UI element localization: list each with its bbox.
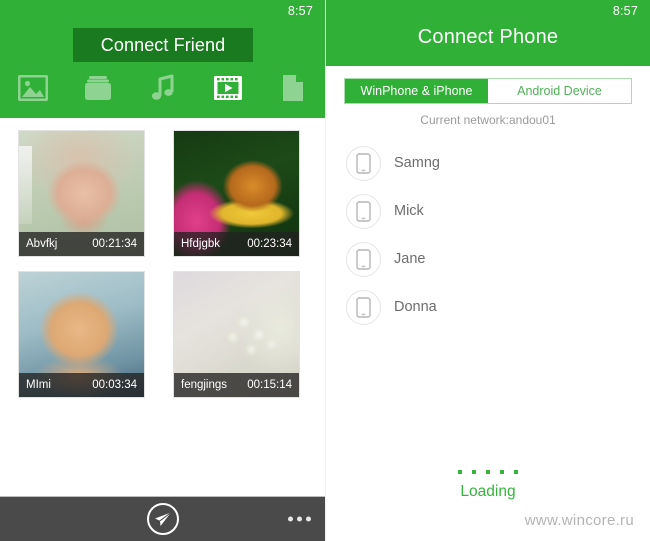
loading-dots [326,470,650,474]
app-root: 8:57 Connect Friend Abvfkj 00:21:34 Hfdj… [0,0,650,541]
right-phone-panel: 8:57 Connect Phone WinPhone & iPhone And… [325,0,650,541]
loading-dot [500,470,504,474]
photo-icon [17,75,48,101]
device-list-item[interactable]: Samng [346,139,650,187]
toolbar-item-videos[interactable] [195,66,260,110]
device-name: Jane [394,251,426,267]
thumbnail-caption: MImi 00:03:34 [19,373,144,397]
right-header: 8:57 Connect Phone [326,0,650,66]
tab-winphone-iphone[interactable]: WinPhone & iPhone [345,79,488,103]
toolbar-item-documents[interactable] [260,66,325,110]
toolbar-item-files[interactable] [65,66,130,110]
phone-icon [346,145,381,181]
loading-text: Loading [460,483,516,500]
page-title: Connect Phone [417,26,559,48]
thumbnail-duration: 00:21:34 [92,238,137,250]
tab-android-device[interactable]: Android Device [488,79,631,103]
music-icon [149,74,177,102]
send-button[interactable] [146,502,180,536]
phone-icon [346,241,381,277]
device-name: Samng [394,155,440,171]
device-type-tabs: WinPhone & iPhone Android Device [344,78,632,104]
left-phone-panel: 8:57 Connect Friend Abvfkj 00:21:34 Hfdj… [0,0,325,541]
thumbnail-caption: fengjings 00:15:14 [174,373,299,397]
watermark: www.wincore.ru [524,512,634,529]
more-options-button[interactable] [288,516,311,522]
toolbar-item-music[interactable] [130,66,195,110]
device-list-item[interactable]: Donna [346,283,650,331]
document-icon [280,74,306,102]
media-thumbnail[interactable]: fengjings 00:15:14 [173,271,300,398]
thumbnail-title: Abvfkj [26,238,58,250]
media-grid: Abvfkj 00:21:34 Hfdjgbk 00:23:34 MImi 00… [0,130,325,398]
thumbnail-title: Hfdjgbk [181,238,220,250]
bottom-action-bar [0,496,325,541]
loading-dot [472,470,476,474]
device-name: Donna [394,299,437,315]
device-name: Mick [394,203,424,219]
send-paper-plane-icon [154,512,171,526]
loading-dot [514,470,518,474]
loading-dot [458,470,462,474]
thumbnail-duration: 00:15:14 [247,379,292,391]
thumbnail-duration: 00:03:34 [92,379,137,391]
phone-icon [346,193,381,229]
thumbnail-caption: Abvfkj 00:21:34 [19,232,144,256]
more-dot [288,516,293,522]
media-type-toolbar [0,66,325,110]
phone-icon [346,289,381,325]
thumbnail-title: fengjings [181,379,228,391]
folder-icon [83,75,113,101]
media-thumbnail[interactable]: Hfdjgbk 00:23:34 [173,130,300,257]
loading-dot [486,470,490,474]
loading-indicator: Loading [326,470,650,541]
thumbnail-duration: 00:23:34 [247,238,292,250]
right-status-time: 8:57 [612,4,638,18]
current-network-label: Current network:andou01 [420,113,556,127]
device-list-item[interactable]: Jane [346,235,650,283]
media-thumbnail[interactable]: Abvfkj 00:21:34 [18,130,145,257]
device-list: Samng Mick Jane Donna [326,139,650,331]
toolbar-item-photos[interactable] [0,66,65,110]
media-thumbnail[interactable]: MImi 00:03:34 [18,271,145,398]
device-list-item[interactable]: Mick [346,187,650,235]
more-dot [306,516,311,522]
left-header: 8:57 Connect Friend [0,0,325,118]
thumbnail-title: MImi [26,379,51,391]
thumbnail-caption: Hfdjgbk 00:23:34 [174,232,299,256]
more-dot [297,516,302,522]
media-thumbnail-area: Abvfkj 00:21:34 Hfdjgbk 00:23:34 MImi 00… [0,118,325,496]
connect-friend-button[interactable]: Connect Friend [73,28,253,62]
video-icon [213,75,243,101]
left-status-time: 8:57 [287,4,313,18]
